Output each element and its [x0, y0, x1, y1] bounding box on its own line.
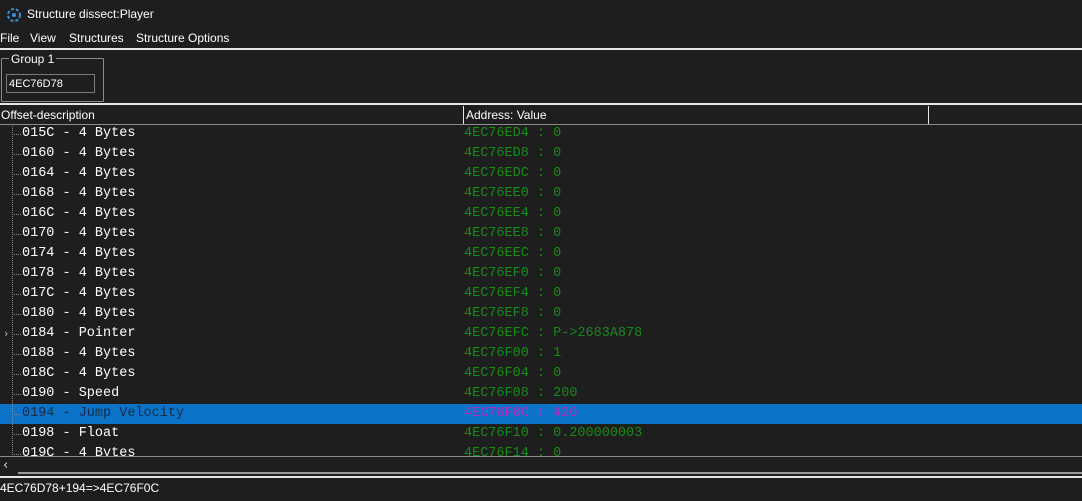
offset-description: 0194 - Jump Velocity	[22, 406, 185, 421]
offset-description: 0198 - Float	[22, 426, 120, 441]
tree-connector-branch	[12, 234, 21, 235]
offset-description: 0160 - 4 Bytes	[22, 146, 136, 161]
offset-description: 017C - 4 Bytes	[22, 286, 136, 301]
group-label: Group 1	[9, 52, 57, 66]
title-bar: Structure dissect:Player	[0, 0, 1082, 30]
table-row[interactable]: 0194 - Jump Velocity 4EC76F0C : 420	[0, 404, 1082, 424]
table-row[interactable]: 0170 - 4 Bytes 4EC76EE8 : 0	[0, 224, 1082, 244]
table-row[interactable]: 016C - 4 Bytes 4EC76EE4 : 0	[0, 204, 1082, 224]
table-row[interactable]: › 0184 - Pointer 4EC76EFC : P->2683A878	[0, 324, 1082, 344]
column-header-row: Offset-description Address: Value	[0, 106, 1082, 125]
menu-separator	[0, 48, 1082, 50]
tree-connector-branch	[12, 454, 21, 455]
group-address-input[interactable]	[6, 74, 95, 93]
tree-connector-branch	[12, 254, 21, 255]
offset-description: 0184 - Pointer	[22, 326, 136, 341]
menu-structures[interactable]: Structures	[69, 31, 124, 45]
table-row[interactable]: 0188 - 4 Bytes 4EC76F00 : 1	[0, 344, 1082, 364]
tree-connector-branch	[12, 214, 21, 215]
address-value: 4EC76ED8 : 0	[464, 146, 562, 161]
tree-connector-branch	[12, 174, 21, 175]
address-value: 4EC76F00 : 1	[464, 346, 562, 361]
address-value: 4EC76ED4 : 0	[464, 126, 562, 141]
table-row[interactable]: 017C - 4 Bytes 4EC76EF4 : 0	[0, 284, 1082, 304]
address-value: 4EC76EDC : 0	[464, 166, 562, 181]
tree-connector-branch	[12, 134, 21, 135]
menu-structure-options[interactable]: Structure Options	[136, 31, 229, 45]
tree-connector-branch	[12, 434, 21, 435]
offset-description: 0180 - 4 Bytes	[22, 306, 136, 321]
address-value: 4EC76EE0 : 0	[464, 186, 562, 201]
offset-description: 016C - 4 Bytes	[22, 206, 136, 221]
address-value: 4EC76EE8 : 0	[464, 226, 562, 241]
column-divider[interactable]	[463, 106, 464, 124]
address-value: 4EC76F10 : 0.200000003	[464, 426, 643, 441]
table-row[interactable]: 015C - 4 Bytes 4EC76ED4 : 0	[0, 124, 1082, 144]
horizontal-scrollbar[interactable]: ‹	[0, 456, 1082, 475]
offset-description: 0168 - 4 Bytes	[22, 186, 136, 201]
tree-connector-branch	[12, 414, 21, 415]
table-row[interactable]: 018C - 4 Bytes 4EC76F04 : 0	[0, 364, 1082, 384]
table-row[interactable]: 0190 - Speed 4EC76F08 : 200	[0, 384, 1082, 404]
table-row[interactable]: 0174 - 4 Bytes 4EC76EEC : 0	[0, 244, 1082, 264]
offset-description: 0178 - 4 Bytes	[22, 266, 136, 281]
structure-tree[interactable]: 015C - 4 Bytes 4EC76ED4 : 0 0160 - 4 Bytes…	[0, 124, 1082, 456]
window-title: Structure dissect:Player	[27, 7, 154, 21]
offset-description: 0188 - 4 Bytes	[22, 346, 136, 361]
address-value: 4EC76F0C : 420	[464, 406, 578, 421]
tree-connector-branch	[12, 294, 21, 295]
address-value: 4EC76EF4 : 0	[464, 286, 562, 301]
address-value: 4EC76EFC : P->2683A878	[464, 326, 643, 341]
offset-description: 0164 - 4 Bytes	[22, 166, 136, 181]
tree-connector-branch	[12, 354, 21, 355]
table-row[interactable]: 0164 - 4 Bytes 4EC76EDC : 0	[0, 164, 1082, 184]
offset-description: 019C - 4 Bytes	[22, 446, 136, 456]
table-row[interactable]: 0180 - 4 Bytes 4EC76EF8 : 0	[0, 304, 1082, 324]
status-address-calc: 4EC76D78+194=>4EC76F0C	[0, 481, 160, 495]
menu-file[interactable]: File	[0, 31, 19, 45]
offset-description: 0174 - 4 Bytes	[22, 246, 136, 261]
address-value: 4EC76EF0 : 0	[464, 266, 562, 281]
column-divider[interactable]	[928, 106, 929, 124]
table-row[interactable]: 0198 - Float 4EC76F10 : 0.200000003	[0, 424, 1082, 444]
column-header-offset[interactable]: Offset-description	[1, 108, 95, 122]
address-value: 4EC76F08 : 200	[464, 386, 578, 401]
column-header-address[interactable]: Address: Value	[466, 108, 547, 122]
scroll-left-arrow-icon[interactable]: ‹	[3, 458, 8, 473]
address-value: 4EC76EEC : 0	[464, 246, 562, 261]
menu-bar: File View Structures Structure Options	[0, 30, 1082, 48]
table-row[interactable]: 0160 - 4 Bytes 4EC76ED8 : 0	[0, 144, 1082, 164]
tree-connector-branch	[12, 394, 21, 395]
offset-description: 0170 - 4 Bytes	[22, 226, 136, 241]
address-value: 4EC76EE4 : 0	[464, 206, 562, 221]
offset-description: 018C - 4 Bytes	[22, 366, 136, 381]
tree-connector-branch	[12, 194, 21, 195]
group-separator	[0, 103, 1082, 105]
menu-view[interactable]: View	[30, 31, 56, 45]
tree-connector-branch	[12, 374, 21, 375]
cheat-engine-icon	[7, 8, 21, 22]
address-value: 4EC76F14 : 0	[464, 446, 562, 456]
status-bar: 4EC76D78+194=>4EC76F0C	[0, 476, 1082, 501]
tree-connector-branch	[12, 154, 21, 155]
expand-arrow-icon[interactable]: ›	[4, 327, 8, 340]
table-row[interactable]: 019C - 4 Bytes 4EC76F14 : 0	[0, 444, 1082, 456]
offset-description: 0190 - Speed	[22, 386, 120, 401]
table-row[interactable]: 0168 - 4 Bytes 4EC76EE0 : 0	[0, 184, 1082, 204]
offset-description: 015C - 4 Bytes	[22, 126, 136, 141]
tree-connector-branch	[12, 314, 21, 315]
address-value: 4EC76F04 : 0	[464, 366, 562, 381]
table-row[interactable]: 0178 - 4 Bytes 4EC76EF0 : 0	[0, 264, 1082, 284]
address-value: 4EC76EF8 : 0	[464, 306, 562, 321]
scrollbar-thumb[interactable]	[18, 472, 1082, 474]
tree-connector-branch	[12, 274, 21, 275]
tree-connector-branch	[12, 334, 21, 335]
